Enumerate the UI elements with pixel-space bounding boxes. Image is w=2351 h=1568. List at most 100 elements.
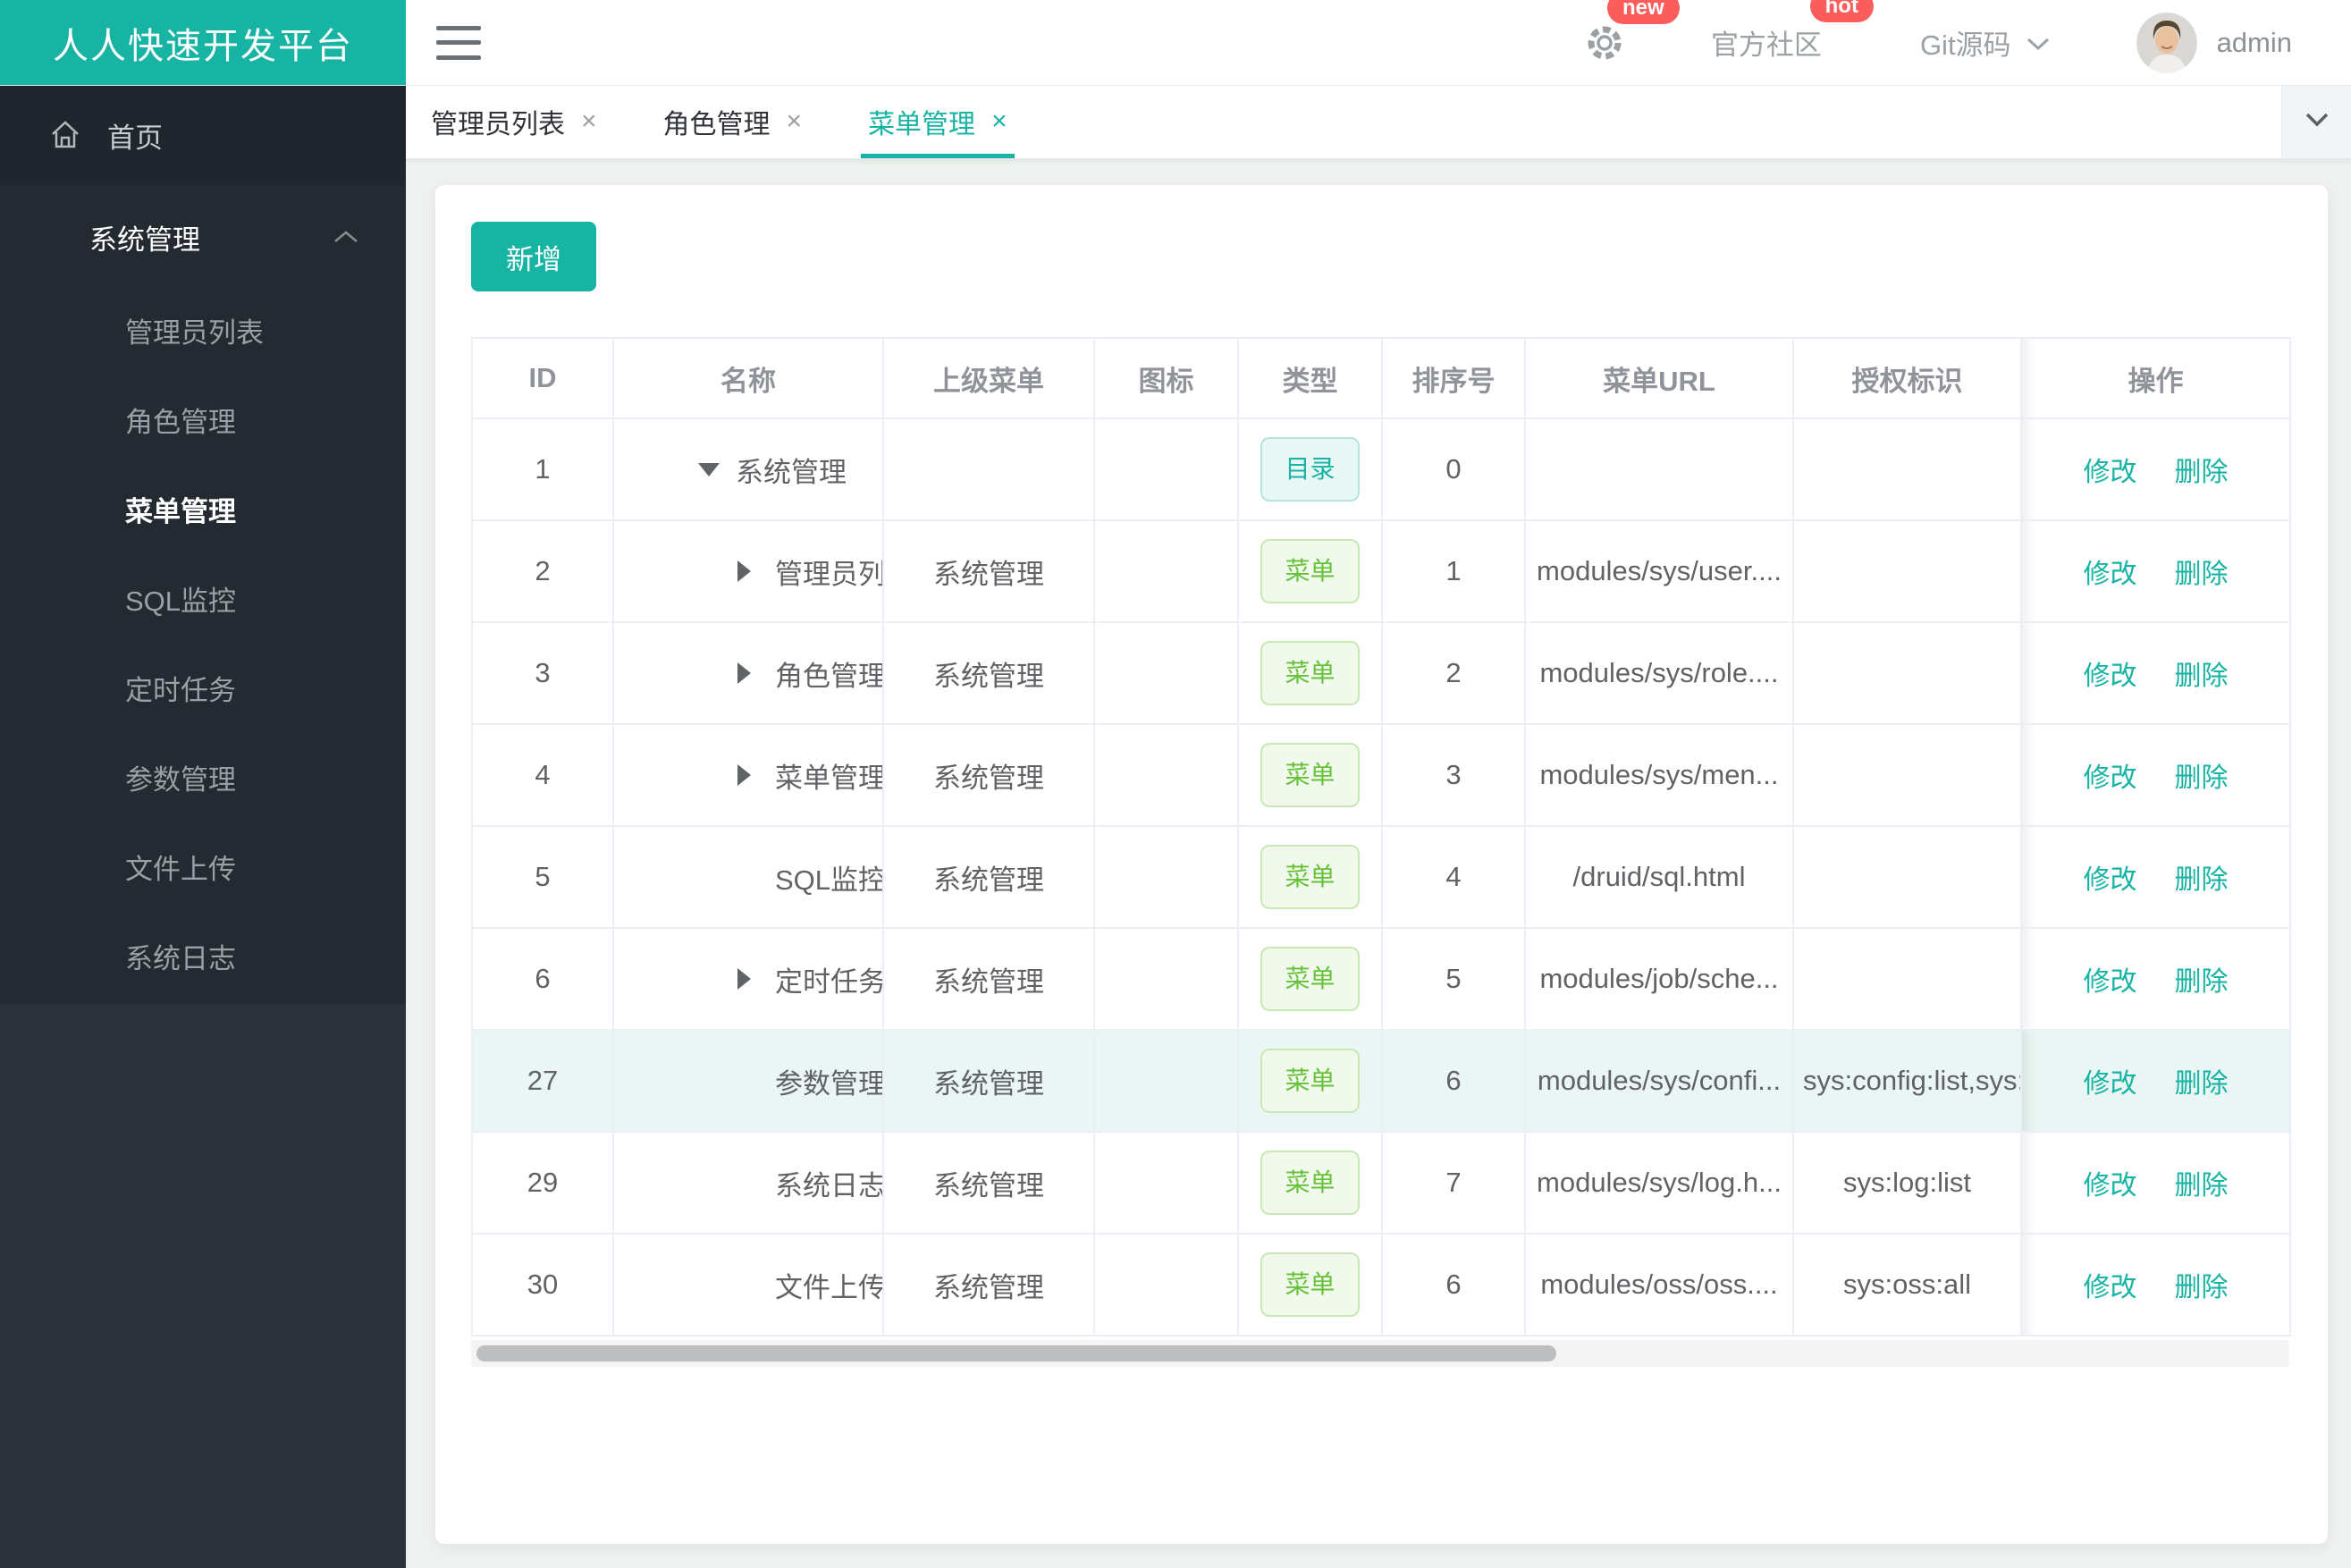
delete-link[interactable]: 删除: [2175, 458, 2229, 487]
delete-link[interactable]: 删除: [2175, 865, 2229, 895]
delete-link[interactable]: 删除: [2175, 1069, 2229, 1099]
table-row: 1 系统管理 目录 0 修改 删除: [471, 417, 2291, 521]
tab-0[interactable]: 管理员列表 ×: [431, 85, 597, 158]
main-area: 新增 ID 名称 上级菜单 图标 类型 排序号 菜单URL 授权标识 操作 1 …: [406, 159, 2351, 1568]
tab-1[interactable]: 角色管理 ×: [663, 85, 803, 158]
home-icon: [48, 118, 82, 152]
cell-name: 系统日志: [612, 1131, 884, 1235]
delete-link[interactable]: 删除: [2175, 1171, 2229, 1201]
menu-name-label: 参数管理: [775, 1067, 883, 1100]
delete-link[interactable]: 删除: [2175, 967, 2229, 997]
cell-order: 6: [1381, 1029, 1526, 1133]
type-badge: 菜单: [1260, 1049, 1360, 1113]
sidebar-section-label: 系统管理: [89, 223, 200, 256]
type-badge: 菜单: [1260, 1151, 1360, 1215]
add-button[interactable]: 新增: [471, 222, 596, 291]
edit-link[interactable]: 修改: [2084, 560, 2137, 589]
sidebar-item-1[interactable]: 角色管理: [0, 378, 406, 468]
sidebar-item-0[interactable]: 管理员列表: [0, 289, 406, 378]
collapse-arrow-icon[interactable]: [698, 462, 720, 476]
delete-link[interactable]: 删除: [2175, 1273, 2229, 1302]
cell-parent: 系统管理: [882, 1029, 1095, 1133]
hamburger-menu-icon[interactable]: [436, 25, 481, 60]
sidebar-section-title[interactable]: 系统管理: [0, 185, 406, 289]
community-link[interactable]: 官方社区 hot: [1711, 0, 1874, 63]
cell-icon: [1093, 519, 1239, 623]
type-badge: 菜单: [1260, 947, 1360, 1011]
sidebar-submenu: 管理员列表 角色管理 菜单管理 SQL监控 定时任务 参数管理 文件上传 系统日志: [0, 289, 406, 1004]
cell-icon: [1093, 825, 1239, 929]
tab-close-icon[interactable]: ×: [787, 106, 803, 137]
menu-name-label: 定时任务: [775, 965, 883, 998]
cell-id: 4: [471, 723, 614, 827]
chevron-up-icon: [333, 229, 359, 245]
horizontal-scrollbar-thumb[interactable]: [476, 1345, 1556, 1361]
header-main: new 官方社区 hot Git源码 admin: [406, 0, 2351, 85]
cell-perms: [1792, 621, 2022, 725]
edit-link[interactable]: 修改: [2084, 967, 2137, 997]
delete-link[interactable]: 删除: [2175, 560, 2229, 589]
sidebar-item-4[interactable]: 定时任务: [0, 646, 406, 736]
edit-link[interactable]: 修改: [2084, 1171, 2137, 1201]
cell-actions: 修改 删除: [2020, 723, 2291, 827]
git-source-label: Git源码: [1919, 30, 2011, 61]
col-parent: 上级菜单: [882, 337, 1095, 419]
cell-perms: sys:oss:all: [1792, 1233, 2022, 1336]
expand-slot: [698, 462, 721, 476]
cell-parent: 系统管理: [882, 621, 1095, 725]
tabs-dropdown-button[interactable]: [2281, 85, 2351, 158]
cell-type: 菜单: [1237, 825, 1383, 929]
edit-link[interactable]: 修改: [2084, 1069, 2137, 1099]
sidebar-item-home[interactable]: 首页: [0, 85, 406, 185]
cell-parent: 系统管理: [882, 1233, 1095, 1336]
expand-arrow-icon[interactable]: [737, 968, 751, 990]
sidebar-item-2[interactable]: 菜单管理: [0, 468, 406, 557]
edit-link[interactable]: 修改: [2084, 865, 2137, 895]
gear-icon: [1584, 22, 1625, 63]
cell-url: modules/sys/user....: [1524, 519, 1794, 623]
table-header-row: ID 名称 上级菜单 图标 类型 排序号 菜单URL 授权标识 操作: [471, 337, 2291, 419]
menu-name-label: SQL监控: [775, 864, 883, 896]
expand-arrow-icon[interactable]: [737, 662, 751, 684]
cell-perms: sys:log:list: [1792, 1131, 2022, 1235]
new-badge: new: [1606, 0, 1680, 24]
cell-type: 菜单: [1237, 519, 1383, 623]
expand-arrow-icon[interactable]: [737, 764, 751, 786]
edit-link[interactable]: 修改: [2084, 763, 2137, 793]
tab-2[interactable]: 菜单管理 ×: [861, 85, 1015, 158]
cell-perms: [1792, 519, 2022, 623]
user-menu[interactable]: admin: [2136, 12, 2292, 73]
cell-parent: 系统管理: [882, 825, 1095, 929]
expand-slot: [737, 561, 761, 582]
table-row: 5 SQL监控 系统管理 菜单 4/druid/sql.html 修改 删除: [471, 825, 2291, 929]
name-cell-content: 文件上传: [623, 1265, 881, 1305]
name-cell-content: 定时任务: [623, 959, 881, 999]
sidebar-item-6[interactable]: 文件上传: [0, 825, 406, 915]
sidebar-item-7[interactable]: 系统日志: [0, 915, 406, 1004]
tabbar: 管理员列表 × 角色管理 × 菜单管理 ×: [406, 85, 2351, 159]
git-source-link[interactable]: Git源码: [1920, 22, 2051, 63]
cell-id: 27: [471, 1029, 614, 1133]
edit-link[interactable]: 修改: [2084, 458, 2137, 487]
table-row: 4 菜单管理 系统管理 菜单 3 modules/sys/men... 修改 删除: [471, 723, 2291, 827]
tab-close-icon[interactable]: ×: [581, 106, 597, 137]
cell-perms: [1792, 417, 2022, 521]
col-perms: 授权标识: [1792, 337, 2022, 419]
settings-button[interactable]: new: [1584, 0, 1680, 63]
expand-arrow-icon[interactable]: [737, 561, 751, 582]
delete-link[interactable]: 删除: [2175, 763, 2229, 793]
edit-link[interactable]: 修改: [2084, 662, 2137, 691]
cell-order: 4: [1381, 825, 1526, 929]
cell-actions: 修改 删除: [2020, 825, 2291, 929]
sidebar-item-3[interactable]: SQL监控: [0, 557, 406, 646]
tab-close-icon[interactable]: ×: [991, 106, 1007, 137]
sidebar-item-5[interactable]: 参数管理: [0, 736, 406, 825]
sidebar-section-system: 系统管理 管理员列表 角色管理 菜单管理 SQL监控 定时任务 参数管理 文件上传 系统日志: [0, 185, 406, 1004]
app-logo: 人人快速开发平台: [0, 0, 406, 85]
expand-slot: [737, 968, 761, 990]
edit-link[interactable]: 修改: [2084, 1273, 2137, 1302]
delete-link[interactable]: 删除: [2175, 662, 2229, 691]
horizontal-scrollbar-track[interactable]: [471, 1340, 2289, 1367]
cell-icon: [1093, 723, 1239, 827]
cell-id: 2: [471, 519, 614, 623]
